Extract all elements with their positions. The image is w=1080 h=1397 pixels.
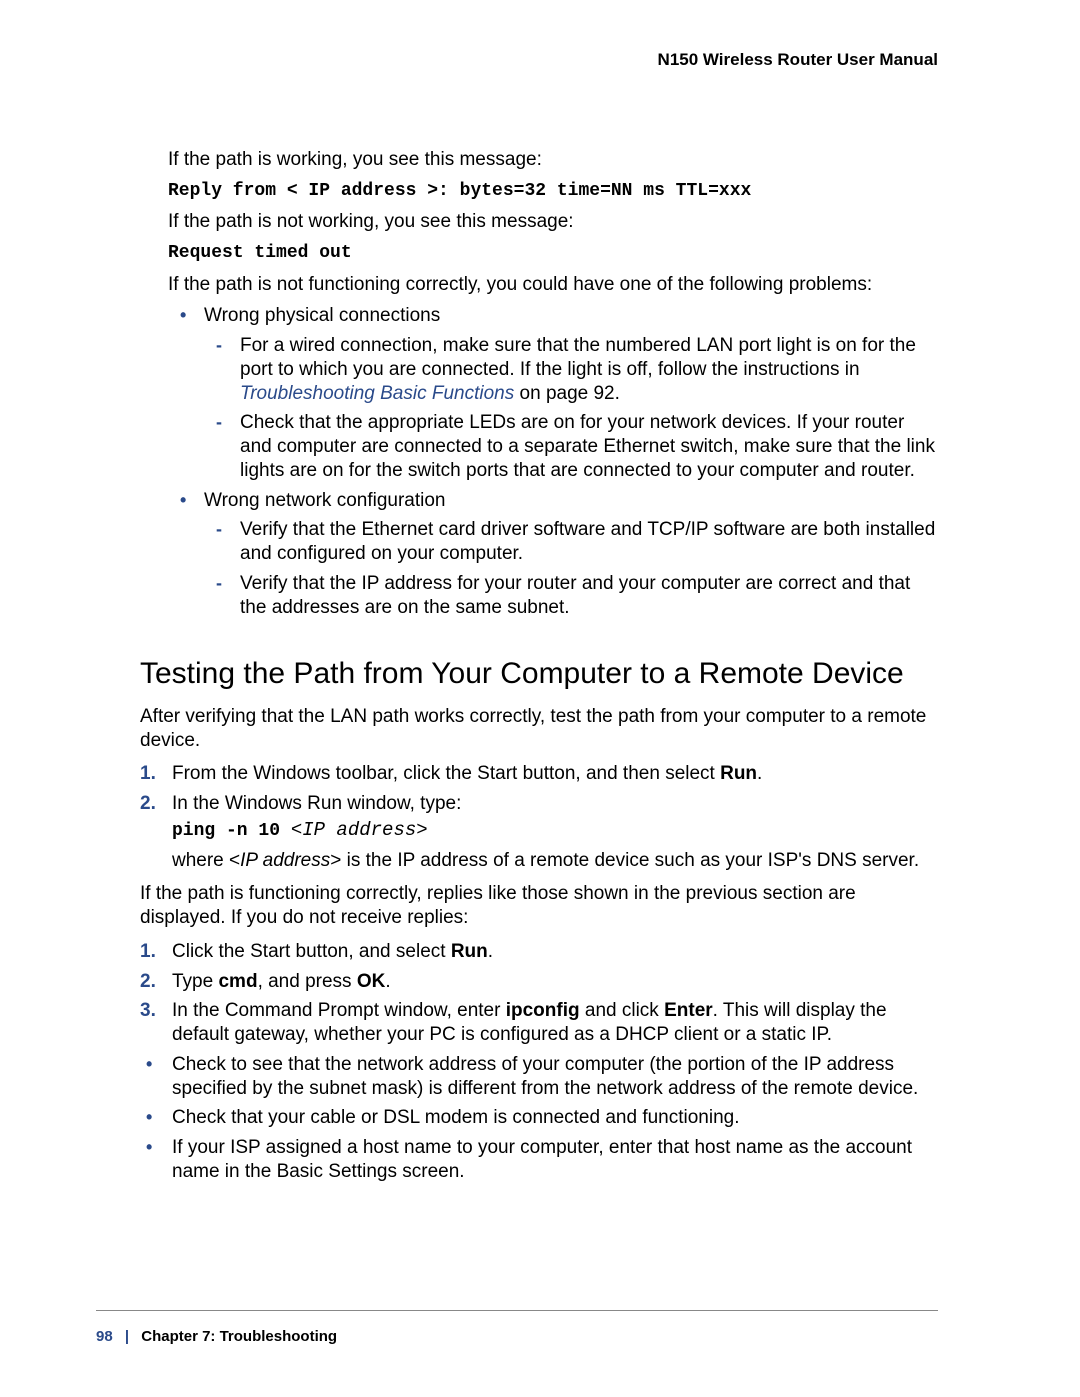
chapter-label: Chapter 7: Troubleshooting (141, 1328, 337, 1345)
ui-label: OK (357, 971, 386, 992)
list-item: 2. In the Windows Run window, type: ping… (140, 792, 938, 872)
code-output: Request timed out (168, 242, 938, 265)
list-text: . (488, 941, 493, 962)
ui-label: Run (451, 941, 488, 962)
list-text: Click the Start button, and select (172, 941, 451, 962)
list-item: Wrong network configuration Verify that … (168, 489, 938, 620)
placeholder-text: IP address (240, 850, 330, 871)
code-placeholder: <IP address> (291, 819, 428, 841)
list-item: 1. From the Windows toolbar, click the S… (140, 762, 938, 786)
list-text: For a wired connection, make sure that t… (240, 335, 916, 380)
list-item: 1. Click the Start button, and select Ru… (140, 940, 938, 964)
list-item: Check that your cable or DSL modem is co… (140, 1106, 938, 1130)
code-output: Reply from < IP address >: bytes=32 time… (168, 180, 938, 203)
list-number: 2. (140, 792, 156, 816)
list-text: Wrong network configuration (204, 490, 446, 511)
list-item: 2. Type cmd, and press OK. (140, 970, 938, 994)
list-text: Type (172, 971, 218, 992)
list-text: In the Command Prompt window, enter (172, 1000, 506, 1021)
bullet-list: Check to see that the network address of… (140, 1053, 938, 1184)
ui-label: Run (720, 763, 757, 784)
list-text: and click (580, 1000, 664, 1021)
section-heading: Testing the Path from Your Computer to a… (140, 655, 938, 693)
list-item: Check that the appropriate LEDs are on f… (204, 411, 938, 482)
list-item: 3. In the Command Prompt window, enter i… (140, 999, 938, 1047)
list-item: Verify that the IP address for your rout… (204, 572, 938, 620)
list-item: For a wired connection, make sure that t… (204, 334, 938, 405)
list-text: , and press (258, 971, 357, 992)
list-text: Check to see that the network address of… (172, 1054, 918, 1099)
list-text: Verify that the IP address for your rout… (240, 573, 910, 618)
paragraph: If the path is functioning correctly, re… (140, 882, 938, 930)
separator: | (125, 1328, 129, 1345)
list-text: Check that your cable or DSL modem is co… (172, 1107, 740, 1128)
paragraph: After verifying that the LAN path works … (140, 705, 938, 753)
list-number: 1. (140, 940, 156, 964)
list-text: Check that the appropriate LEDs are on f… (240, 412, 935, 481)
list-text: Verify that the Ethernet card driver sof… (240, 519, 935, 564)
list-text: on page 92. (514, 383, 620, 404)
page-number: 98 (96, 1328, 113, 1345)
paragraph: where <IP address> is the IP address of … (172, 849, 938, 873)
list-text: . (757, 763, 762, 784)
list-item: Verify that the Ethernet card driver sof… (204, 518, 938, 566)
page-header: N150 Wireless Router User Manual (96, 48, 984, 70)
page-content: If the path is working, you see this mes… (96, 148, 984, 1184)
text: where < (172, 850, 240, 871)
numbered-list: 1. From the Windows toolbar, click the S… (140, 762, 938, 872)
ui-label: ipconfig (506, 1000, 580, 1021)
code-command: ping -n 10 (172, 821, 291, 841)
list-item: If your ISP assigned a host name to your… (140, 1136, 938, 1184)
list-text: In the Windows Run window, type: (172, 793, 461, 814)
list-number: 2. (140, 970, 156, 994)
dash-list: For a wired connection, make sure that t… (204, 334, 938, 483)
text: > is the IP address of a remote device s… (330, 850, 919, 871)
dash-list: Verify that the Ethernet card driver sof… (204, 518, 938, 619)
list-text: If your ISP assigned a host name to your… (172, 1137, 912, 1182)
list-number: 3. (140, 999, 156, 1023)
paragraph: If the path is not functioning correctly… (168, 273, 938, 297)
list-text: Wrong physical connections (204, 305, 440, 326)
list-number: 1. (140, 762, 156, 786)
bullet-list: Wrong physical connections For a wired c… (168, 304, 938, 619)
list-text: From the Windows toolbar, click the Star… (172, 763, 720, 784)
ui-label: Enter (664, 1000, 713, 1021)
list-item: Wrong physical connections For a wired c… (168, 304, 938, 482)
manual-page: N150 Wireless Router User Manual If the … (0, 0, 1080, 1397)
ui-label: cmd (218, 971, 257, 992)
paragraph: If the path is working, you see this mes… (168, 148, 938, 172)
paragraph: If the path is not working, you see this… (168, 210, 938, 234)
header-title: N150 Wireless Router User Manual (658, 50, 938, 69)
cross-ref-link[interactable]: Troubleshooting Basic Functions (240, 383, 514, 404)
list-item: Check to see that the network address of… (140, 1053, 938, 1101)
numbered-list: 1. Click the Start button, and select Ru… (140, 940, 938, 1047)
page-footer: 98 | Chapter 7: Troubleshooting (96, 1328, 337, 1345)
list-text: . (385, 971, 390, 992)
footer-rule (96, 1310, 938, 1311)
